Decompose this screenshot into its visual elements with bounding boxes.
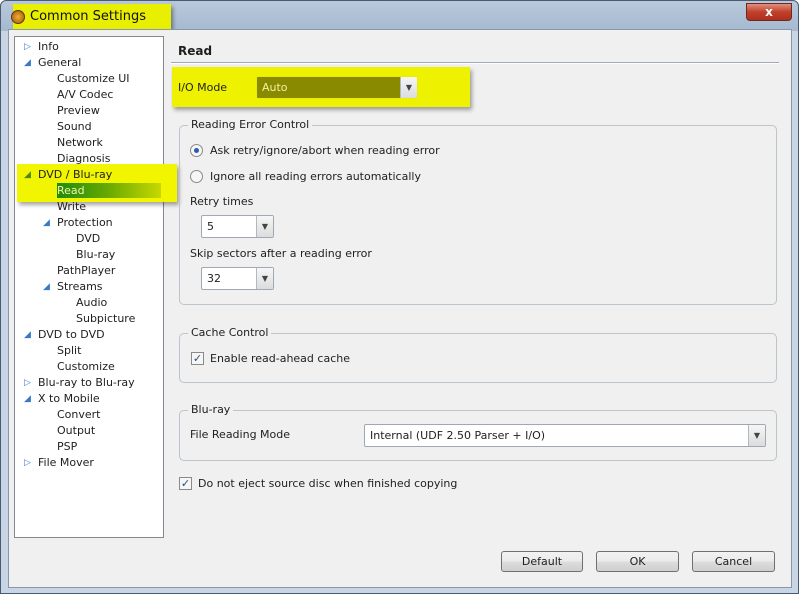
collapse-arrow-icon[interactable]: ◢ [24, 55, 34, 71]
page-title: Read [178, 44, 213, 58]
file-reading-mode-value: Internal (UDF 2.50 Parser + I/O) [370, 429, 546, 442]
file-reading-mode-label: File Reading Mode [190, 428, 291, 441]
tree-item[interactable]: Diagnosis [57, 151, 110, 167]
enable-cache-label: Enable read-ahead cache [210, 352, 350, 365]
expand-arrow-icon[interactable]: ▷ [24, 455, 34, 471]
tree-item[interactable]: Protection [57, 215, 113, 231]
tree-item[interactable]: PSP [57, 439, 77, 455]
enable-cache-checkbox[interactable]: ✓ [191, 352, 204, 365]
tree-item[interactable]: DVD / Blu-ray [38, 167, 112, 183]
tree-item[interactable]: X to Mobile [38, 391, 100, 407]
close-button[interactable]: x [746, 3, 792, 21]
cancel-button[interactable]: Cancel [692, 551, 775, 572]
tree-item[interactable]: A/V Codec [57, 87, 113, 103]
tree-item[interactable]: Customize UI [57, 71, 130, 87]
tree-item[interactable]: Streams [57, 279, 103, 295]
tree-item[interactable]: Network [57, 135, 103, 151]
radio-ask-retry[interactable] [190, 144, 203, 157]
expand-arrow-icon[interactable]: ▷ [24, 39, 34, 55]
header-divider [171, 62, 779, 64]
skip-sectors-label: Skip sectors after a reading error [190, 247, 372, 260]
tree-item[interactable]: Info [38, 39, 59, 55]
no-eject-label: Do not eject source disc when finished c… [198, 477, 458, 490]
skip-sectors-select[interactable]: 32 ▼ [201, 267, 274, 290]
tree-item[interactable]: Blu-ray to Blu-ray [38, 375, 135, 391]
io-mode-value: Auto [262, 81, 288, 94]
tree-item[interactable]: Output [57, 423, 95, 439]
window-title: Common Settings [30, 9, 147, 24]
io-mode-label: I/O Mode [178, 81, 228, 94]
group-title: Blu-ray [188, 403, 234, 416]
tree-item[interactable]: Convert [57, 407, 101, 423]
file-reading-mode-select[interactable]: Internal (UDF 2.50 Parser + I/O) ▼ [364, 424, 766, 447]
tree-item[interactable]: Preview [57, 103, 100, 119]
app-lion-icon [11, 10, 25, 24]
collapse-arrow-icon[interactable]: ◢ [24, 167, 34, 183]
retry-times-label: Retry times [190, 195, 254, 208]
radio-ask-retry-label: Ask retry/ignore/abort when reading erro… [210, 144, 440, 157]
group-title: Cache Control [188, 326, 272, 339]
tree-item[interactable]: Subpicture [76, 311, 135, 327]
tree-item[interactable]: DVD [76, 231, 100, 247]
retry-times-value: 5 [207, 220, 214, 233]
chevron-down-icon: ▼ [256, 216, 273, 237]
tree-item[interactable]: File Mover [38, 455, 94, 471]
collapse-arrow-icon[interactable]: ◢ [24, 327, 34, 343]
tree-item[interactable]: Sound [57, 119, 92, 135]
retry-times-select[interactable]: 5 ▼ [201, 215, 274, 238]
radio-ignore-errors[interactable] [190, 170, 203, 183]
chevron-down-icon: ▼ [400, 77, 417, 98]
skip-sectors-value: 32 [207, 272, 221, 285]
tree-item[interactable]: Blu-ray [76, 247, 115, 263]
tree-item[interactable]: Write [57, 199, 86, 215]
ok-button[interactable]: OK [596, 551, 679, 572]
tree-item[interactable]: Split [57, 343, 81, 359]
collapse-arrow-icon[interactable]: ◢ [43, 279, 53, 295]
no-eject-checkbox[interactable]: ✓ [179, 477, 192, 490]
radio-ignore-errors-label: Ignore all reading errors automatically [210, 170, 421, 183]
tree-item[interactable]: General [38, 55, 81, 71]
tree-item[interactable]: DVD to DVD [38, 327, 105, 343]
tree-item[interactable]: Customize [57, 359, 115, 375]
tree-item[interactable]: PathPlayer [57, 263, 115, 279]
collapse-arrow-icon[interactable]: ◢ [24, 391, 34, 407]
tree-item[interactable]: Audio [76, 295, 107, 311]
expand-arrow-icon[interactable]: ▷ [24, 375, 34, 391]
group-title: Reading Error Control [188, 118, 313, 131]
collapse-arrow-icon[interactable]: ◢ [43, 215, 53, 231]
tree-item[interactable]: Read [57, 183, 85, 199]
io-mode-select[interactable]: Auto ▼ [256, 76, 418, 99]
default-button[interactable]: Default [501, 551, 583, 572]
chevron-down-icon: ▼ [256, 268, 273, 289]
chevron-down-icon: ▼ [748, 425, 765, 446]
